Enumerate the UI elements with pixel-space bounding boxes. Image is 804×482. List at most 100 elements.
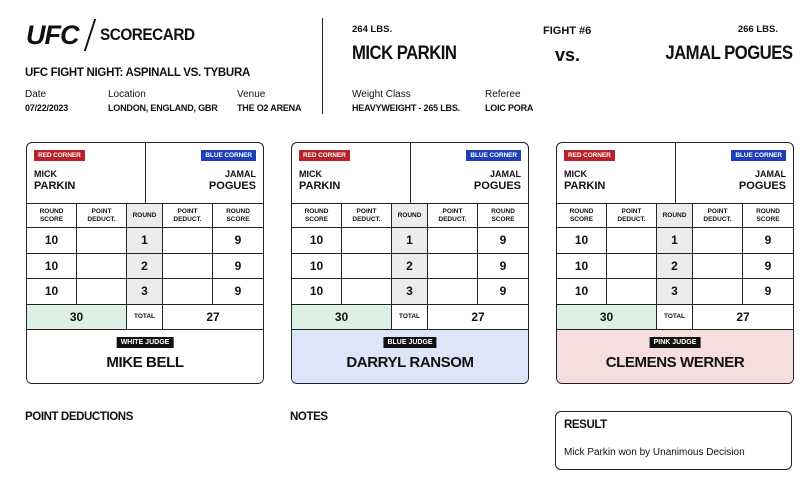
referee-label: Referee bbox=[485, 89, 521, 100]
red-round-score: 10 bbox=[292, 228, 342, 254]
round-row: 10 3 9 bbox=[292, 279, 528, 305]
logo-divider bbox=[83, 19, 96, 51]
round-number: 2 bbox=[392, 253, 428, 279]
blue-corner-badge: BLUE CORNER bbox=[466, 150, 521, 161]
round-number: 2 bbox=[657, 253, 693, 279]
corner-divider bbox=[410, 143, 411, 203]
blue-round-score: 9 bbox=[743, 279, 793, 305]
red-point-deduct bbox=[607, 228, 657, 254]
blue-point-deduct bbox=[163, 228, 213, 254]
blue-point-deduct bbox=[428, 228, 478, 254]
round-number: 3 bbox=[657, 279, 693, 305]
judge-name: MIKE BELL bbox=[106, 354, 184, 371]
red-fighter-weight: 264 LBS. bbox=[352, 24, 393, 35]
red-round-score: 10 bbox=[557, 228, 607, 254]
blue-point-deduct-header: POINT DEDUCT. bbox=[693, 204, 743, 228]
blue-fighter: JAMAL POGUES bbox=[739, 168, 786, 192]
blue-point-deduct bbox=[693, 279, 743, 305]
blue-first-name: JAMAL bbox=[225, 169, 256, 179]
blue-point-deduct bbox=[693, 253, 743, 279]
round-number: 1 bbox=[392, 228, 428, 254]
red-first-name: MICK bbox=[34, 169, 57, 179]
blue-corner-badge: BLUE CORNER bbox=[731, 150, 786, 161]
round-number: 2 bbox=[127, 253, 163, 279]
scorecard-title: SCORECARD bbox=[99, 25, 195, 44]
result-title: RESULT bbox=[564, 419, 607, 431]
notes-title: NOTES bbox=[290, 411, 328, 423]
total-row: 30 TOTAL 27 bbox=[292, 304, 528, 330]
red-total: 30 bbox=[27, 304, 127, 330]
judge-area: PINK JUDGE CLEMENS WERNER bbox=[557, 330, 793, 383]
judge-badge: BLUE JUDGE bbox=[383, 337, 437, 348]
round-number: 3 bbox=[392, 279, 428, 305]
round-row: 10 3 9 bbox=[27, 279, 263, 305]
round-header: ROUND bbox=[392, 204, 428, 228]
red-fighter: MICK PARKIN bbox=[34, 168, 75, 192]
result-box: RESULT Mick Parkin won by Unanimous Deci… bbox=[555, 411, 792, 470]
red-fighter-name: MICK PARKIN bbox=[352, 43, 457, 64]
red-point-deduct bbox=[607, 279, 657, 305]
blue-first-name: JAMAL bbox=[490, 169, 521, 179]
round-number: 1 bbox=[127, 228, 163, 254]
round-number: 1 bbox=[657, 228, 693, 254]
vs-label: vs. bbox=[555, 45, 581, 65]
blue-point-deduct bbox=[428, 253, 478, 279]
red-first-name: MICK bbox=[299, 169, 322, 179]
weight-class-value: HEAVYWEIGHT - 265 LBS. bbox=[352, 103, 460, 113]
corner-header: RED CORNER BLUE CORNER MICK PARKIN JAMAL POGU… bbox=[292, 143, 528, 204]
red-point-deduct-header: POINT DEDUCT. bbox=[607, 204, 657, 228]
red-round-score: 10 bbox=[27, 279, 77, 305]
date-value: 07/22/2023 bbox=[25, 103, 69, 113]
red-round-score: 10 bbox=[27, 228, 77, 254]
judge-badge: PINK JUDGE bbox=[649, 337, 701, 348]
red-total: 30 bbox=[292, 304, 392, 330]
blue-point-deduct bbox=[693, 228, 743, 254]
red-last-name: PARKIN bbox=[299, 180, 341, 192]
blue-total: 27 bbox=[163, 305, 263, 330]
red-round-score: 10 bbox=[557, 253, 607, 279]
score-header-row: ROUND SCORE POINT DEDUCT. ROUND POINT DEDUCT. R… bbox=[27, 204, 263, 228]
date-label: Date bbox=[25, 89, 47, 100]
red-corner-badge: RED CORNER bbox=[299, 150, 350, 161]
red-total: 30 bbox=[557, 304, 657, 330]
round-row: 10 2 9 bbox=[27, 253, 263, 279]
corner-header: RED CORNER BLUE CORNER MICK PARKIN JAMAL POGU… bbox=[27, 143, 263, 204]
round-row: 10 1 9 bbox=[27, 228, 263, 254]
blue-round-score: 9 bbox=[213, 228, 263, 254]
fight-number: FIGHT #6 bbox=[543, 25, 592, 37]
ufc-logo-mark: UFC bbox=[26, 20, 79, 50]
blue-last-name: POGUES bbox=[738, 180, 786, 192]
result-text: Mick Parkin won by Unanimous Decision bbox=[564, 447, 745, 458]
blue-corner-badge: BLUE CORNER bbox=[201, 150, 256, 161]
score-header-row: ROUND SCORE POINT DEDUCT. ROUND POINT DEDUCT. R… bbox=[557, 204, 793, 228]
blue-fighter-weight: 266 LBS. bbox=[737, 24, 778, 35]
red-point-deduct bbox=[607, 253, 657, 279]
blue-round-score: 9 bbox=[743, 228, 793, 254]
round-row: 10 1 9 bbox=[557, 228, 793, 254]
judge-name: CLEMENS WERNER bbox=[605, 354, 745, 371]
scorecard-2: RED CORNER BLUE CORNER MICK PARKIN JAMAL POGU… bbox=[291, 142, 529, 384]
blue-last-name: POGUES bbox=[208, 180, 256, 192]
red-last-name: PARKIN bbox=[34, 180, 76, 192]
corner-divider bbox=[675, 143, 676, 203]
red-point-deduct-header: POINT DEDUCT. bbox=[77, 204, 127, 228]
location-value: LONDON, ENGLAND, GBR bbox=[108, 103, 218, 113]
ufc-logo: UFC SCORECARD bbox=[26, 19, 205, 51]
blue-round-score: 9 bbox=[213, 279, 263, 305]
red-round-score: 10 bbox=[292, 253, 342, 279]
blue-point-deduct bbox=[163, 279, 213, 305]
red-round-score-header: ROUND SCORE bbox=[557, 204, 607, 228]
blue-point-deduct-header: POINT DEDUCT. bbox=[163, 204, 213, 228]
total-label: TOTAL bbox=[657, 304, 693, 330]
red-point-deduct bbox=[342, 279, 392, 305]
blue-round-score: 9 bbox=[743, 254, 793, 279]
blue-total: 27 bbox=[428, 305, 528, 330]
blue-round-score-header: ROUND SCORE bbox=[213, 204, 263, 228]
red-round-score-header: ROUND SCORE bbox=[27, 204, 77, 228]
round-header: ROUND bbox=[127, 204, 163, 228]
point-deductions-title: POINT DEDUCTIONS bbox=[25, 411, 133, 423]
weight-class-label: Weight Class bbox=[352, 89, 411, 100]
red-corner-badge: RED CORNER bbox=[564, 150, 615, 161]
blue-last-name: POGUES bbox=[473, 180, 521, 192]
blue-fighter: JAMAL POGUES bbox=[474, 168, 521, 192]
